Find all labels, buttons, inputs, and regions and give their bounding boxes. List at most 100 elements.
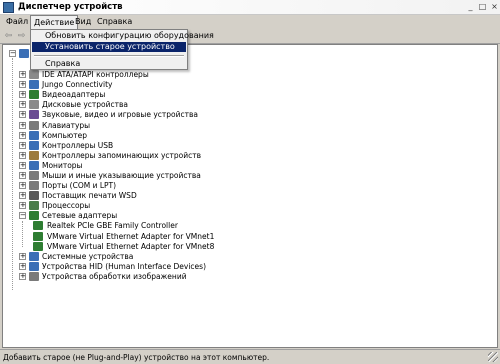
tree-category[interactable]: + IDE ATA/ATAPI контроллеры — [19, 70, 379, 80]
minimize-button[interactable]: _ — [465, 2, 476, 12]
collapse-toggle-icon[interactable]: − — [19, 212, 26, 219]
device-tree[interactable]: − + IDE ATA/ATAPI контроллеры + Jungo Conne… — [2, 44, 498, 348]
tree-device[interactable]: VMware Virtual Ethernet Adapter for VMne… — [33, 232, 333, 242]
tree-category-label: Контроллеры запоминающих устройств — [42, 151, 202, 160]
display-adapter-icon — [29, 90, 39, 99]
tree-category[interactable]: + Компьютер — [19, 131, 379, 141]
tree-category-label: Устройства обработки изображений — [42, 272, 187, 281]
menu-item-scan-hardware[interactable]: Обновить конфигурацию оборудования — [32, 31, 214, 41]
tree-category[interactable]: + Клавиатуры — [19, 121, 379, 131]
computer-icon — [29, 131, 39, 140]
system-device-icon — [29, 252, 39, 261]
resize-grip-icon[interactable] — [488, 352, 498, 362]
tree-category[interactable]: + Контроллеры USB — [19, 141, 379, 151]
tree-category-label: Видеоадаптеры — [42, 90, 106, 99]
menu-item-add-legacy-hardware[interactable]: Установить старое устройство — [32, 42, 186, 52]
tree-category-label: Контроллеры USB — [42, 141, 114, 150]
expand-toggle-icon[interactable]: + — [19, 192, 26, 199]
menu-file[interactable]: Файл — [6, 17, 28, 26]
tree-device[interactable]: VMware Virtual Ethernet Adapter for VMne… — [33, 242, 333, 252]
port-icon — [29, 181, 39, 190]
expand-toggle-icon[interactable]: + — [19, 263, 26, 270]
computer-icon — [19, 49, 29, 58]
tree-category[interactable]: + Мониторы — [19, 161, 379, 171]
menu-bar: Файл Действие Вид Справка — [0, 15, 500, 29]
monitor-icon — [29, 161, 39, 170]
tree-category[interactable]: + Звуковые, видео и игровые устройства — [19, 110, 379, 120]
tree-category[interactable]: + Устройства обработки изображений — [19, 272, 379, 282]
tree-category-label: Мыши и иные указывающие устройства — [42, 171, 201, 180]
title-bar: Диспетчер устройств _ □ × — [0, 0, 500, 15]
tree-category-label: Звуковые, видео и игровые устройства — [42, 110, 199, 119]
tree-category[interactable]: + Поставщик печати WSD — [19, 191, 379, 201]
tree-category-label: IDE ATA/ATAPI контроллеры — [42, 70, 149, 79]
usb-device-icon — [29, 80, 39, 89]
expand-toggle-icon[interactable]: + — [19, 253, 26, 260]
sound-icon — [29, 110, 39, 119]
expand-toggle-icon[interactable]: + — [19, 81, 26, 88]
tree-category-label: Устройства HID (Human Interface Devices) — [42, 262, 206, 271]
tree-category[interactable]: + Процессоры — [19, 201, 379, 211]
expand-toggle-icon[interactable]: + — [19, 172, 26, 179]
network-adapter-icon — [29, 211, 39, 220]
window-title: Диспетчер устройств — [18, 2, 123, 12]
hid-icon — [29, 262, 39, 271]
action-dropdown-menu: Обновить конфигурацию оборудования Устан… — [30, 29, 214, 70]
tree-category-label: Клавиатуры — [42, 121, 91, 130]
network-card-icon — [33, 232, 43, 241]
expand-toggle-icon[interactable]: + — [19, 162, 26, 169]
tree-category[interactable]: + Контроллеры запоминающих устройств — [19, 151, 379, 161]
expand-toggle-icon[interactable]: + — [19, 182, 26, 189]
expand-toggle-icon[interactable]: + — [19, 142, 26, 149]
menu-view[interactable]: Вид — [75, 17, 91, 26]
tree-line — [22, 221, 23, 247]
ide-controller-icon — [29, 70, 39, 79]
back-arrow-icon[interactable]: ⇦ — [3, 31, 14, 42]
tree-line — [12, 58, 13, 290]
expand-toggle-icon[interactable]: + — [19, 273, 26, 280]
network-card-icon — [33, 242, 43, 251]
tree-category[interactable]: + Мыши и иные указывающие устройства — [19, 171, 379, 181]
menu-action[interactable]: Действие — [30, 15, 79, 29]
tree-category[interactable]: + Порты (COM и LPT) — [19, 181, 379, 191]
tree-category-label: Процессоры — [42, 201, 91, 210]
tree-device-label: VMware Virtual Ethernet Adapter for VMne… — [47, 242, 215, 251]
menu-help[interactable]: Справка — [97, 17, 132, 26]
menu-item-help[interactable]: Справка — [32, 59, 186, 69]
expand-toggle-icon[interactable]: + — [19, 71, 26, 78]
expand-toggle-icon[interactable]: + — [19, 132, 26, 139]
expand-toggle-icon[interactable]: + — [19, 91, 26, 98]
mouse-icon — [29, 171, 39, 180]
tree-category[interactable]: − Сетевые адаптеры — [19, 211, 379, 221]
imaging-device-icon — [29, 272, 39, 281]
expand-toggle-icon[interactable]: + — [19, 111, 26, 118]
collapse-toggle-icon[interactable]: − — [9, 50, 16, 57]
tree-device-label: VMware Virtual Ethernet Adapter for VMne… — [47, 232, 215, 241]
processor-icon — [29, 201, 39, 210]
tree-device[interactable]: Realtek PCIe GBE Family Controller — [33, 221, 333, 231]
close-button[interactable]: × — [489, 2, 500, 12]
keyboard-icon — [29, 121, 39, 130]
expand-toggle-icon[interactable]: + — [19, 101, 26, 108]
menu-separator — [34, 55, 184, 57]
status-bar: Добавить старое (не Plug-and-Play) устро… — [0, 349, 500, 364]
tree-category[interactable]: + Системные устройства — [19, 252, 379, 262]
disk-drive-icon — [29, 100, 39, 109]
expand-toggle-icon[interactable]: + — [19, 152, 26, 159]
maximize-button[interactable]: □ — [477, 2, 488, 12]
tree-category-label: Компьютер — [42, 131, 87, 140]
tree-category[interactable]: + Jungo Connectivity — [19, 80, 379, 90]
device-manager-icon — [3, 2, 14, 13]
network-card-icon — [33, 221, 43, 230]
storage-controller-icon — [29, 151, 39, 160]
tree-category-label: Jungo Connectivity — [42, 80, 113, 89]
forward-arrow-icon[interactable]: ⇨ — [16, 31, 27, 42]
expand-toggle-icon[interactable]: + — [19, 122, 26, 129]
expand-toggle-icon[interactable]: + — [19, 202, 26, 209]
tree-category[interactable]: + Дисковые устройства — [19, 100, 379, 110]
tree-category[interactable]: + Видеоадаптеры — [19, 90, 379, 100]
usb-controller-icon — [29, 141, 39, 150]
printer-icon — [29, 191, 39, 200]
tree-category[interactable]: + Устройства HID (Human Interface Devices… — [19, 262, 379, 272]
tree-device-label: Realtek PCIe GBE Family Controller — [47, 221, 178, 230]
